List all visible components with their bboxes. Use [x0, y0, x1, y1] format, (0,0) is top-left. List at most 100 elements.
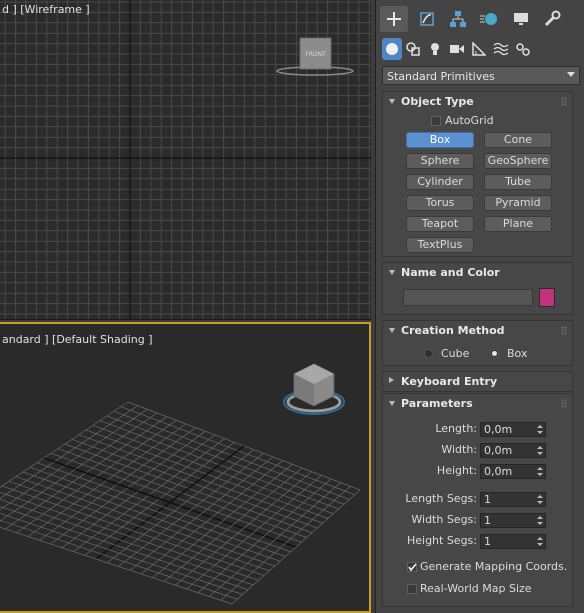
shapes-icon[interactable]: [403, 38, 423, 60]
collapse-arrow-icon: [389, 401, 395, 406]
chevron-down-icon: [567, 72, 575, 77]
spinner-up-icon[interactable]: [537, 467, 543, 470]
spinner-down-icon[interactable]: [537, 431, 543, 434]
object-name-input[interactable]: [403, 289, 533, 306]
creation-method-rollout: Creation Method Cube Box: [382, 320, 573, 366]
top-viewport-label[interactable]: d ] [Wireframe ]: [2, 3, 90, 16]
parameters-title: Parameters: [401, 397, 473, 410]
height-label: Height:: [436, 464, 477, 477]
width-value: 0,0m: [484, 444, 513, 457]
geosphere-button[interactable]: GeoSphere: [484, 153, 552, 169]
spinner-down-icon[interactable]: [537, 501, 543, 504]
create-icon[interactable]: [380, 6, 408, 32]
length-segs-spinner[interactable]: 1: [480, 492, 546, 507]
display-icon[interactable]: [507, 6, 535, 32]
parameters-rollout: Parameters Length: 0,0m Width: 0,0m Heig…: [382, 393, 573, 607]
command-panel: Standard Primitives Object Type AutoGrid…: [375, 0, 584, 613]
modify-icon[interactable]: [413, 6, 441, 32]
expand-arrow-icon: [389, 377, 394, 383]
creation-method-title: Creation Method: [401, 324, 505, 337]
object-category-tabs: [376, 36, 584, 62]
drag-grip-icon[interactable]: [561, 399, 567, 408]
parameters-header[interactable]: Parameters: [383, 394, 572, 414]
length-label: Length:: [435, 422, 477, 435]
pyramid-button[interactable]: Pyramid: [484, 195, 552, 211]
spinner-up-icon[interactable]: [537, 516, 543, 519]
width-segs-label: Width Segs:: [411, 513, 477, 526]
name-and-color-header[interactable]: Name and Color: [383, 263, 572, 283]
real-world-map-size-label: Real-World Map Size: [420, 582, 532, 595]
height-spinner[interactable]: 0,0m: [480, 464, 546, 479]
real-world-map-size-checkbox[interactable]: [407, 584, 417, 594]
generate-mapping-checkbox[interactable]: [407, 562, 417, 572]
drag-grip-icon[interactable]: [561, 326, 567, 335]
textplus-button[interactable]: TextPlus: [406, 237, 474, 253]
top-grid: [0, 0, 371, 319]
perspective-viewport-label[interactable]: andard ] [Default Shading ]: [2, 333, 153, 346]
width-spinner[interactable]: 0,0m: [480, 443, 546, 458]
width-segs-spinner[interactable]: 1: [480, 513, 546, 528]
cone-button[interactable]: Cone: [484, 132, 552, 148]
tube-button[interactable]: Tube: [484, 174, 552, 190]
spacewarps-icon[interactable]: [491, 38, 511, 60]
drag-grip-icon[interactable]: [561, 97, 567, 106]
collapse-arrow-icon: [389, 328, 395, 333]
autogrid-checkbox[interactable]: [431, 116, 441, 126]
spinner-up-icon[interactable]: [537, 425, 543, 428]
spinner-down-icon[interactable]: [537, 522, 543, 525]
command-panel-tabs: [376, 4, 584, 32]
spinner-down-icon[interactable]: [537, 452, 543, 455]
object-type-title: Object Type: [401, 95, 474, 108]
motion-icon[interactable]: [475, 6, 503, 32]
spinner-up-icon[interactable]: [537, 495, 543, 498]
length-spinner[interactable]: 0,0m: [480, 422, 546, 437]
box-button[interactable]: Box: [406, 132, 474, 148]
collapse-arrow-icon: [389, 270, 395, 275]
sphere-button[interactable]: Sphere: [406, 153, 474, 169]
category-dropdown[interactable]: Standard Primitives: [382, 66, 580, 85]
box-radio-label: Box: [507, 347, 528, 360]
object-color-swatch[interactable]: [539, 288, 555, 307]
teapot-button[interactable]: Teapot: [406, 216, 474, 232]
helpers-icon[interactable]: [469, 38, 489, 60]
width-label: Width:: [441, 443, 477, 456]
cameras-icon[interactable]: [447, 38, 467, 60]
generate-mapping-label: Generate Mapping Coords.: [420, 560, 568, 573]
geometry-icon[interactable]: [382, 38, 402, 60]
name-and-color-title: Name and Color: [401, 266, 500, 279]
keyboard-entry-header[interactable]: Keyboard Entry: [383, 372, 572, 392]
spinner-up-icon[interactable]: [537, 537, 543, 540]
creation-method-header[interactable]: Creation Method: [383, 321, 572, 341]
object-type-header[interactable]: Object Type: [383, 92, 572, 112]
perspective-grid: [0, 401, 361, 605]
height-segs-label: Height Segs:: [406, 534, 477, 547]
name-and-color-rollout: Name and Color: [382, 262, 573, 315]
length-segs-label: Length Segs:: [405, 492, 477, 505]
height-segs-spinner[interactable]: 1: [480, 534, 546, 549]
height-segs-value: 1: [484, 535, 491, 548]
cube-radio-label: Cube: [441, 347, 470, 360]
utilities-icon[interactable]: [538, 6, 566, 32]
spinner-down-icon[interactable]: [537, 473, 543, 476]
spinner-down-icon[interactable]: [537, 543, 543, 546]
top-viewport[interactable]: d ] [Wireframe ] FRONT: [0, 0, 371, 320]
lights-icon[interactable]: [425, 38, 445, 60]
collapse-arrow-icon: [389, 99, 395, 104]
box-radio[interactable]: [490, 349, 499, 358]
hierarchy-icon[interactable]: [444, 6, 472, 32]
length-value: 0,0m: [484, 423, 513, 436]
category-dropdown-value: Standard Primitives: [387, 70, 495, 83]
cylinder-button[interactable]: Cylinder: [406, 174, 474, 190]
spinner-up-icon[interactable]: [537, 446, 543, 449]
cube-radio[interactable]: [424, 349, 433, 358]
plane-button[interactable]: Plane: [484, 216, 552, 232]
systems-icon[interactable]: [513, 38, 533, 60]
length-segs-value: 1: [484, 493, 491, 506]
autogrid-label: AutoGrid: [445, 114, 494, 127]
keyboard-entry-rollout: Keyboard Entry: [382, 371, 573, 392]
checkmark-icon: [408, 563, 417, 572]
height-value: 0,0m: [484, 465, 513, 478]
perspective-viewport[interactable]: andard ] [Default Shading ]: [0, 322, 371, 613]
object-type-rollout: Object Type AutoGrid Box Cone Sphere Geo…: [382, 91, 573, 257]
torus-button[interactable]: Torus: [406, 195, 474, 211]
